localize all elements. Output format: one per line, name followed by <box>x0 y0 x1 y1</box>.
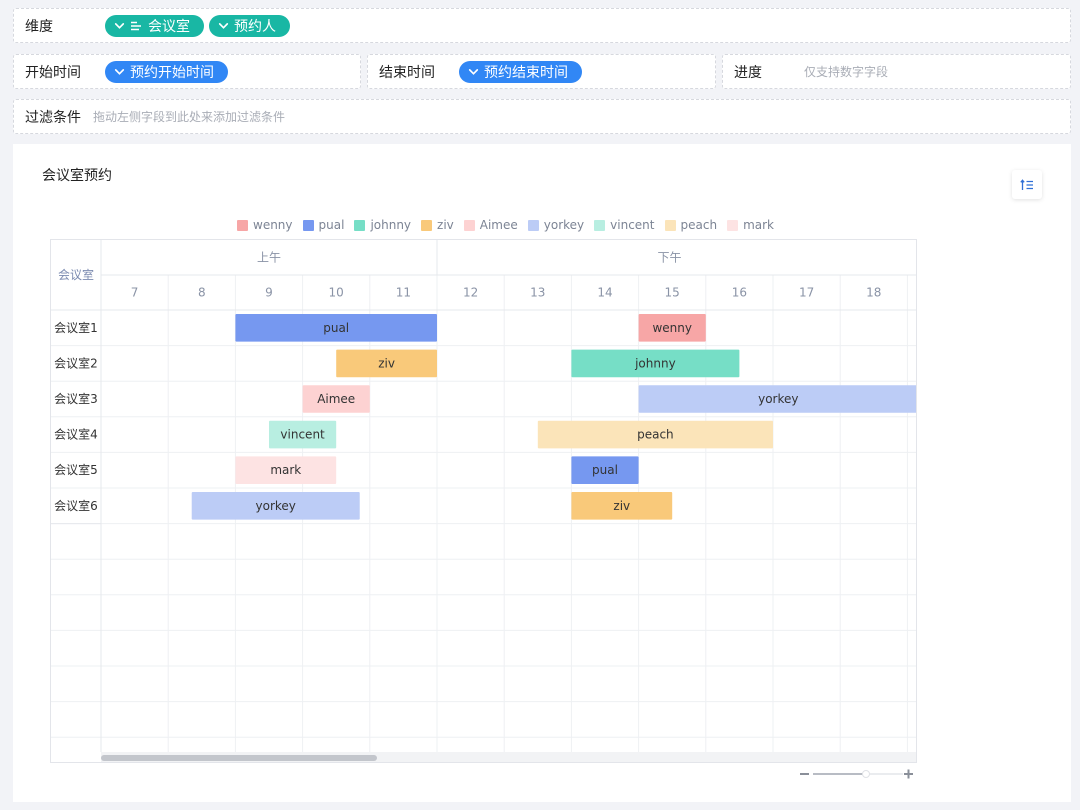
hour-tick-label: 16 <box>732 286 747 300</box>
dimension-pill-booker[interactable]: 预约人 <box>209 14 290 37</box>
hour-tick-label: 8 <box>198 286 206 300</box>
row-header-title: 会议室 <box>58 267 94 282</box>
row-label: 会议室6 <box>54 498 98 513</box>
gantt-bar-label: pual <box>323 321 349 335</box>
end-time-pill[interactable]: 预约结束时间 <box>459 60 582 83</box>
end-time-pill-label: 预约结束时间 <box>484 64 568 81</box>
row-label: 会议室3 <box>54 391 98 406</box>
hour-tick-label: 17 <box>799 286 814 300</box>
end-time-label: 结束时间 <box>379 64 435 81</box>
end-time-box: 结束时间 预约结束时间 <box>367 54 716 89</box>
gantt-chart: 会议室 上午 下午 7 8 9 10 11 12 13 14 15 16 17 18 会议室1 会议室2 会议室3… <box>50 239 917 763</box>
legend-swatch <box>237 219 248 231</box>
legend-item-aimee[interactable]: Aimee <box>463 218 518 232</box>
legend-label: wenny <box>253 218 293 232</box>
hour-tick-label: 12 <box>463 286 478 300</box>
gantt-bar-label: yorkey <box>758 392 798 406</box>
zoom-slider[interactable] <box>813 770 903 778</box>
hour-tick-label: 14 <box>597 286 612 300</box>
legend-item-pual[interactable]: pual <box>302 218 345 232</box>
progress-hint: 仅支持数字字段 <box>804 65 889 79</box>
dimension-row: 维度 会议室 预约人 <box>13 8 1071 43</box>
legend-item-yorkey[interactable]: yorkey <box>527 218 585 232</box>
hour-tick-label: 10 <box>329 286 344 300</box>
hour-tick-label: 18 <box>866 286 881 300</box>
legend-item-peach[interactable]: peach <box>664 218 718 232</box>
legend-item-vincent[interactable]: vincent <box>594 218 655 232</box>
legend-swatch <box>727 219 739 231</box>
filter-hint: 拖动左侧字段到此处来添加过滤条件 <box>93 110 286 124</box>
dimension-pill-booker-label: 预约人 <box>234 18 276 35</box>
legend-label: Aimee <box>479 218 518 232</box>
chevron-down-icon <box>114 69 125 75</box>
row-label: 会议室5 <box>54 462 98 477</box>
legend-item-johnny[interactable]: johnny <box>354 218 411 232</box>
legend-swatch <box>664 219 676 231</box>
row-label: 会议室1 <box>54 320 98 335</box>
start-time-label: 开始时间 <box>25 64 81 81</box>
gantt-bar-label: vincent <box>280 428 325 442</box>
legend-item-mark[interactable]: mark <box>727 218 774 232</box>
legend-item-wenny[interactable]: wenny <box>237 218 293 232</box>
start-time-box: 开始时间 预约开始时间 <box>13 54 361 89</box>
gantt-bar-label: ziv <box>378 356 395 370</box>
progress-box[interactable]: 进度 仅支持数字字段 <box>722 54 1071 89</box>
legend-label: pual <box>318 218 345 232</box>
hour-tick-label: 13 <box>530 286 545 300</box>
gantt-bar-label: pual <box>592 463 618 477</box>
start-time-pill-label: 预约开始时间 <box>130 64 214 81</box>
hour-tick-label: 7 <box>131 286 139 300</box>
hour-tick-label: 9 <box>265 286 273 300</box>
legend-label: vincent <box>610 218 655 232</box>
gantt-bar-label: wenny <box>652 321 692 335</box>
legend-swatch <box>527 219 539 231</box>
row-label: 会议室2 <box>54 355 98 370</box>
sort-button[interactable] <box>1012 170 1042 199</box>
legend-item-ziv[interactable]: ziv <box>421 218 454 232</box>
legend-swatch <box>463 219 475 231</box>
dimension-pill-room-label: 会议室 <box>148 18 190 35</box>
gantt-bar-label: mark <box>270 463 301 477</box>
gantt-bar-label: Aimee <box>317 392 355 406</box>
dimension-label: 维度 <box>25 18 53 35</box>
scrollbar-thumb[interactable] <box>101 755 377 761</box>
row-label: 会议室4 <box>54 427 98 442</box>
gantt-bar-label: johnny <box>634 356 676 370</box>
legend-swatch <box>354 219 366 231</box>
legend-label: ziv <box>437 218 454 232</box>
legend-label: peach <box>680 218 718 232</box>
filter-row[interactable]: 过滤条件 拖动左侧字段到此处来添加过滤条件 <box>13 99 1071 134</box>
period-header-am: 上午 <box>257 251 281 265</box>
hour-tick-label: 15 <box>665 286 680 300</box>
period-header-pm: 下午 <box>657 251 681 265</box>
zoom-control <box>800 766 915 780</box>
legend-swatch <box>594 219 606 231</box>
chevron-down-icon <box>114 23 125 29</box>
progress-label: 进度 <box>734 64 762 81</box>
gantt-svg: 会议室 上午 下午 7 8 9 10 11 12 13 14 15 16 17 18 会议室1 会议室2 会议室3… <box>51 240 916 762</box>
chart-title: 会议室预约 <box>42 168 112 184</box>
hour-tick-label: 11 <box>396 286 411 300</box>
chart-panel: 会议室预约 wenny pual johnny ziv Aimee yorkey vince… <box>13 144 1071 802</box>
legend-label: mark <box>743 218 774 232</box>
sort-ascending-icon <box>1020 178 1033 190</box>
dimension-pill-room[interactable]: 会议室 <box>105 14 204 37</box>
gantt-bar-label: peach <box>637 428 674 442</box>
gantt-bar-label: ziv <box>613 499 630 513</box>
legend-label: johnny <box>370 218 412 232</box>
align-left-bars-icon <box>131 21 141 30</box>
zoom-in-icon[interactable] <box>904 769 913 779</box>
gantt-bar-label: yorkey <box>256 499 296 513</box>
zoom-out-icon[interactable] <box>800 773 809 775</box>
start-time-pill[interactable]: 预约开始时间 <box>105 60 228 83</box>
legend-swatch <box>421 219 433 231</box>
chevron-down-icon <box>218 23 229 29</box>
legend-label: yorkey <box>543 218 585 232</box>
chevron-down-icon <box>468 69 479 75</box>
legend-swatch <box>302 219 314 231</box>
filter-label: 过滤条件 <box>25 109 81 126</box>
chart-legend: wenny pual johnny ziv Aimee yorkey vincent peac… <box>237 218 784 232</box>
